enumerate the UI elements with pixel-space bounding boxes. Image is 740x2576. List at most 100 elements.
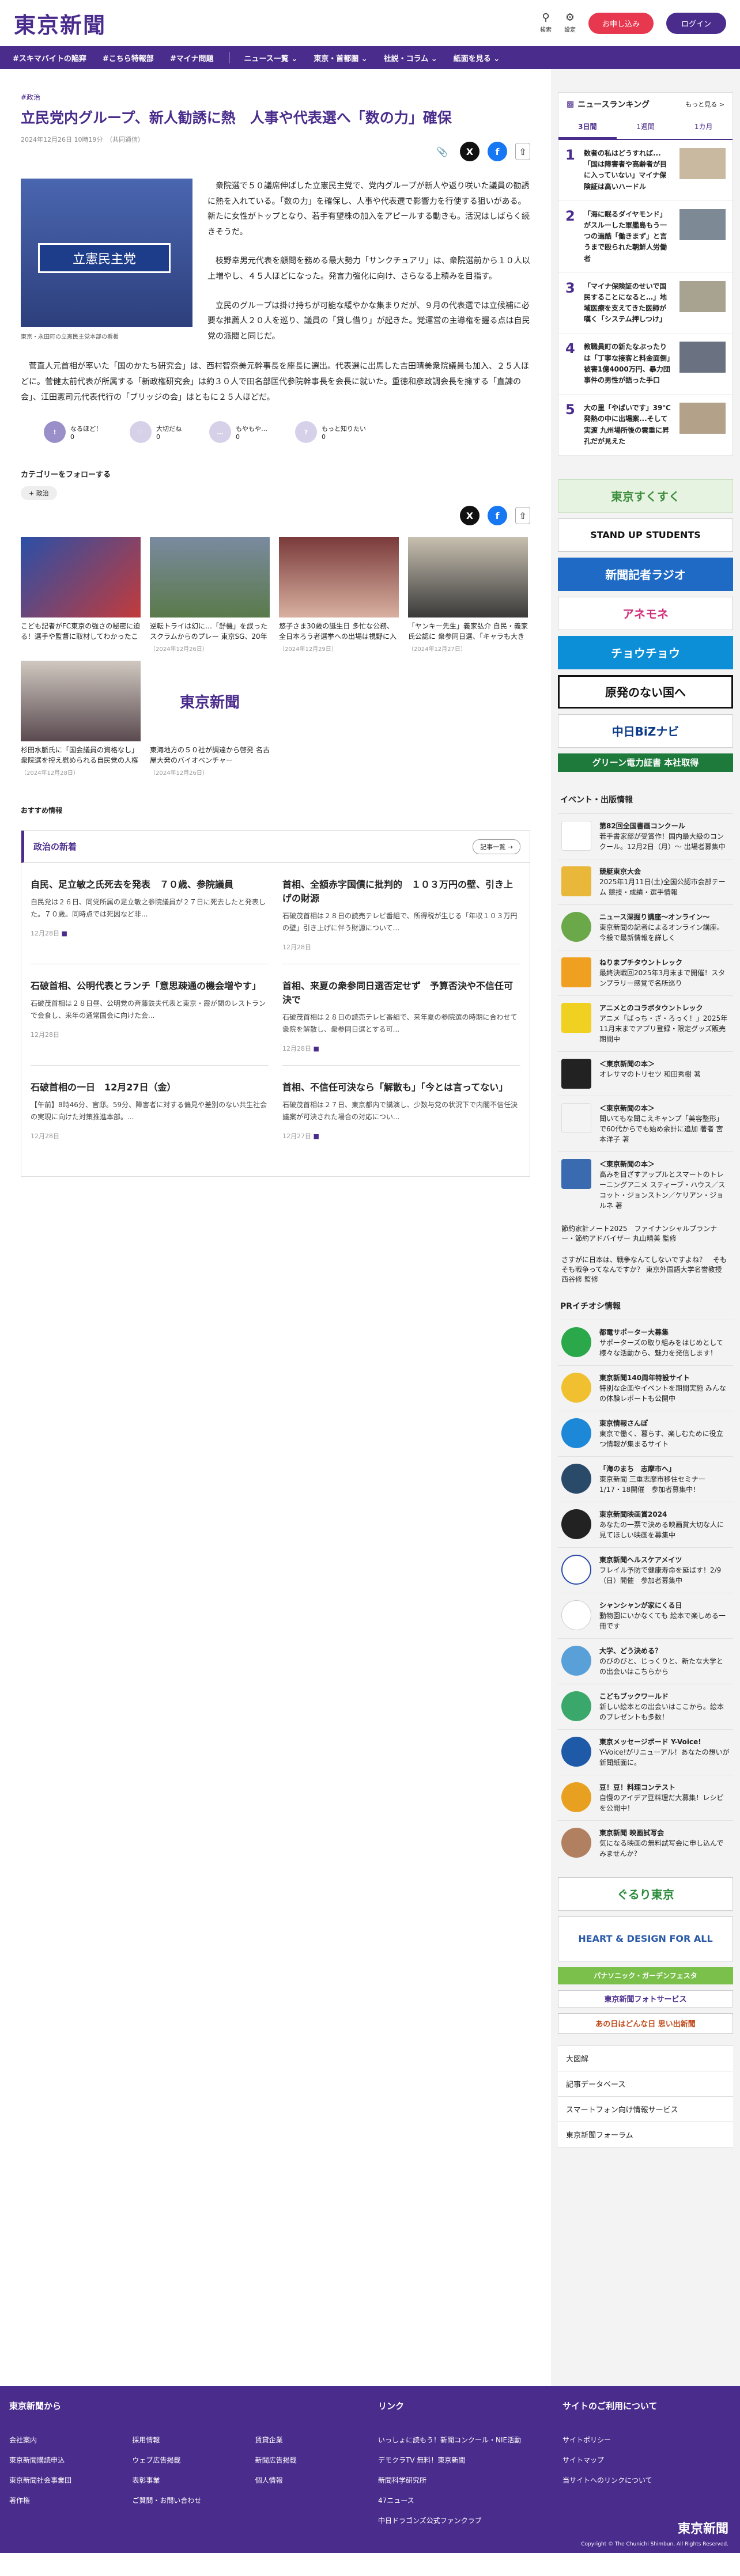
- reaction-moyamoya[interactable]: … もやもや… 0: [209, 421, 267, 444]
- banner-genpatsu[interactable]: 原発のない国へ: [558, 675, 733, 709]
- related-card[interactable]: こども記者がFC東京の強さの秘密に迫る！選手や監督に取材してわかったことは？: [21, 537, 141, 653]
- pr-item[interactable]: 東京情報さんぽ 東京で働く、暮らす、楽しむために役立つ情報が集まるサイト: [558, 1410, 733, 1456]
- ranking-more-link[interactable]: もっと見る >: [685, 100, 724, 109]
- x-share-icon[interactable]: X: [460, 506, 480, 526]
- share-icon[interactable]: ⇧: [515, 507, 530, 525]
- related-card[interactable]: 悠子さま30歳の誕生日 多忙な公務、全日本ろう者選挙への出場は視野に入れ ろう者…: [279, 537, 399, 653]
- pr-item[interactable]: 豆！豆！料理コンテスト 自慢のアイデア豆料理だ大募集！レシピを公開中！: [558, 1774, 733, 1820]
- banner-gururi[interactable]: ぐるり東京: [558, 1877, 733, 1911]
- footer-link[interactable]: 個人情報: [255, 2475, 378, 2485]
- tab-3days[interactable]: 3日間: [558, 116, 617, 139]
- footer-link[interactable]: 47ニュース: [378, 2495, 562, 2505]
- link-database[interactable]: 記事データベース: [558, 2071, 733, 2097]
- book-link[interactable]: 節約家計ノート2025 ファイナンシャルプランナー・節約アドバイザー 丸山晴美 …: [558, 1218, 733, 1249]
- related-card[interactable]: 杉田水脈氏に「国会議員の資格なし」 衆院選を控え慰められる自民党の人権感覚、公認…: [21, 661, 141, 776]
- book-link[interactable]: さすがに日本は、戦争なんてしないですよね？ そもそも戦争ってなんですか？ 東京外…: [558, 1249, 733, 1290]
- news-item[interactable]: 首相、来夏の衆参同日選否定せず 予算否決や不信任可決で 石破茂首相は２８日の読売テ…: [282, 964, 520, 1066]
- footer-link[interactable]: 採用情報: [132, 2435, 255, 2445]
- related-card[interactable]: 逆転トライは幻に…「舒機」を誤ったスクラムからのプレー 東京SG、20年ぶり開幕…: [150, 537, 270, 653]
- reaction-taisetsu[interactable]: ♡ 大切だね 0: [130, 421, 182, 444]
- link-smartphone[interactable]: スマートフォン向け情報サービス: [558, 2097, 733, 2122]
- pr-item[interactable]: 東京新聞ヘルスケアメイツ フレイル予防で健康寿命を延ばす！2/9（日）開催 参加者…: [558, 1547, 733, 1593]
- related-card[interactable]: 「ヤンキー先生」義家弘介 自民・義家氏公認に 衆参同日選、「キャラも大きさも蹴し…: [408, 537, 528, 653]
- facebook-share-icon[interactable]: f: [488, 506, 507, 526]
- banner-photo[interactable]: 東京新聞フォトサービス: [558, 1990, 733, 2007]
- banner-heart-design[interactable]: HEART & DESIGN FOR ALL: [558, 1916, 733, 1961]
- banner-garden[interactable]: パナソニック・ガーデンフェスタ: [558, 1967, 733, 1984]
- footer-link[interactable]: 会社案内: [9, 2435, 132, 2445]
- pr-item[interactable]: 東京新聞映画賞2024 あなたの一票で決める映画賞大切な人に見てほしい映画を募集中: [558, 1501, 733, 1547]
- link-daizukai[interactable]: 大図解: [558, 2046, 733, 2071]
- nav-menu-news[interactable]: ニュース一覧 ⌄: [244, 52, 297, 63]
- nav-menu-paper[interactable]: 紙面を見る ⌄: [454, 52, 500, 63]
- event-item[interactable]: ＜東京新聞の本＞ 聞いてもな聞こえキャンプ「美容整形」で60代からでも始め余計に追…: [558, 1095, 733, 1151]
- site-logo[interactable]: 東京新聞: [14, 7, 106, 39]
- article-list-button[interactable]: 記事一覧 →: [473, 839, 520, 854]
- link-forum[interactable]: 東京新聞フォーラム: [558, 2122, 733, 2147]
- tab-1week[interactable]: 1週間: [617, 116, 675, 139]
- nav-menu-tokyo[interactable]: 東京・首都圏 ⌄: [314, 52, 367, 63]
- event-item[interactable]: ＜東京新聞の本＞ 高みを目ざすアップルとスマートのトレーニングアニメ スティーブ・…: [558, 1151, 733, 1218]
- footer-link[interactable]: 表彰事業: [132, 2475, 255, 2485]
- footer-link[interactable]: サイトポリシー: [562, 2435, 730, 2445]
- ranking-item[interactable]: 4 教職員町の新たなぶったりは「丁寧な接客と料金面倒」 被害1億4000万円、暴力…: [558, 334, 733, 395]
- news-item[interactable]: 石破首相の一日 12月27日（金） 【午前】8時46分、官邸。59分、障害者に対す…: [31, 1066, 269, 1167]
- pr-item[interactable]: 東京メッセージボード Y-Voice! Y-Voice!がリニューアル！あなたの想…: [558, 1729, 733, 1775]
- pr-item[interactable]: 大学、どう決める？ のびのびと、じっくりと、新たな大学との出会いはこちらから: [558, 1638, 733, 1684]
- banner-standup-students[interactable]: STAND UP STUDENTS: [558, 518, 733, 552]
- banner-bizbavi[interactable]: 中日BiZナビ: [558, 714, 733, 748]
- news-item[interactable]: 自民、足立敏之氏死去を発表 ７０歳、参院議員 自民党は２６日、同党所属の足立敏之参…: [31, 863, 269, 965]
- ranking-item[interactable]: 2 「海に眠るダイヤモンド」がスルーした軍艦島もう一つの過酷「働きまず」と言うまで…: [558, 201, 733, 273]
- nav-tag-2[interactable]: #こちら特報部: [103, 52, 154, 63]
- subscribe-button[interactable]: お申し込み: [588, 12, 654, 34]
- banner-anemone[interactable]: アネモネ: [558, 596, 733, 630]
- banner-sukusuku[interactable]: 東京すくすく: [558, 479, 733, 513]
- footer-link[interactable]: いっしょに読もう！新聞コンクール・NIE活動: [378, 2435, 562, 2445]
- pr-item[interactable]: 「海のまち 志摩市へ」 東京新聞 三重志摩市移住セミナー 1/17・18開催 参加…: [558, 1456, 733, 1502]
- news-item[interactable]: 石破首相、公明代表とランチ「意思疎通の機会増やす」 石破茂首相は２８日昼、公明党の…: [31, 964, 269, 1066]
- pr-item[interactable]: シャンシャンが家にくる日 動物園にいかなくても 絵本で楽しめる一冊です: [558, 1592, 733, 1638]
- follow-politics-chip[interactable]: + 政治: [21, 486, 57, 501]
- share-icon[interactable]: ⇧: [515, 143, 530, 160]
- nav-tag-3[interactable]: #マイナ問題: [170, 52, 214, 63]
- pr-item[interactable]: 東京新聞140周年特設サイト 特別な企画やイベントを期間実施 みんなの体験レポート…: [558, 1365, 733, 1411]
- footer-link[interactable]: 賃貸企業: [255, 2435, 378, 2445]
- footer-link[interactable]: 当サイトへのリンクについて: [562, 2475, 730, 2485]
- reaction-naruhodo[interactable]: ! なるほど！ 0: [44, 421, 102, 444]
- banner-chocho[interactable]: チョウチョウ: [558, 635, 733, 669]
- clip-icon[interactable]: 📎: [432, 142, 452, 161]
- footer-link[interactable]: 中日ドラゴンズ公式ファンクラブ: [378, 2516, 562, 2525]
- reaction-motto[interactable]: ? もっと知りたい 0: [295, 421, 366, 444]
- footer-link[interactable]: 東京新聞購読申込: [9, 2455, 132, 2465]
- article-category-tag[interactable]: #政治: [21, 92, 530, 102]
- event-item[interactable]: アニメとのコラボタウントレック アニメ「ばっち・ざ・ろっく！」2025年11月末ま…: [558, 995, 733, 1051]
- x-share-icon[interactable]: X: [460, 142, 480, 161]
- footer-link[interactable]: ウェブ広告掲載: [132, 2455, 255, 2465]
- footer-link[interactable]: ご質問・お問い合わせ: [132, 2495, 255, 2505]
- banner-radio[interactable]: 新聞記者ラジオ: [558, 557, 733, 591]
- nav-menu-editorial[interactable]: 社説・コラム ⌄: [384, 52, 437, 63]
- event-item[interactable]: ＜東京新聞の本＞ オレサマのトリセツ 和田秀樹 著: [558, 1051, 733, 1096]
- event-item[interactable]: 第82回全国書画コンクール 若手書家部が受賞作！国内最大級のコンクール。12月2日…: [558, 813, 733, 859]
- banner-green-power[interactable]: グリーン電力証書 本社取得: [558, 753, 733, 772]
- footer-link[interactable]: サイトマップ: [562, 2455, 730, 2465]
- footer-link[interactable]: 新聞科学研究所: [378, 2475, 562, 2485]
- pr-item[interactable]: こどもブックワールド 新しい絵本との出会いはここから。絵本のプレゼントも多数！: [558, 1683, 733, 1729]
- footer-link[interactable]: 著作権: [9, 2495, 132, 2505]
- news-item[interactable]: 首相、不信任可決なら「解散も」「今とは言ってない」 石破茂首相は２７日、東京都内で…: [282, 1066, 520, 1167]
- event-item[interactable]: 競艇東京大会 2025年1月11日(土)全国公認市会部テーム 競技・成績・選手情報: [558, 858, 733, 904]
- nav-tag-1[interactable]: #スキマバイトの陥穽: [13, 52, 86, 63]
- tab-1month[interactable]: 1カ月: [674, 116, 733, 139]
- footer-link[interactable]: 東京新聞社会事業団: [9, 2475, 132, 2485]
- banner-omoide[interactable]: あの日はどんな日 思い出新聞: [558, 2013, 733, 2034]
- footer-link[interactable]: 新聞広告掲載: [255, 2455, 378, 2465]
- settings-button[interactable]: ⚙ 設定: [564, 13, 576, 34]
- ranking-item[interactable]: 3 「マイナ保険証のせいで国民することになると…」地域医療を支えてきた医師が嘆く「…: [558, 273, 733, 334]
- login-button[interactable]: ログイン: [666, 12, 726, 34]
- search-button[interactable]: ⚲ 検索: [540, 13, 552, 34]
- ranking-item[interactable]: 1 数者の私はどうすれば...「国は障害者や高齢者が目に入っていない」マイナ保険証…: [558, 140, 733, 201]
- news-item[interactable]: 首相、全額赤字国債に批判的 １０３万円の壁、引き上げの財源 石破茂首相は２８日の読…: [282, 863, 520, 965]
- footer-link[interactable]: デモクラTV 無料！東京新聞: [378, 2455, 562, 2465]
- facebook-share-icon[interactable]: f: [488, 142, 507, 161]
- article-photo[interactable]: 立憲民主党: [21, 179, 192, 327]
